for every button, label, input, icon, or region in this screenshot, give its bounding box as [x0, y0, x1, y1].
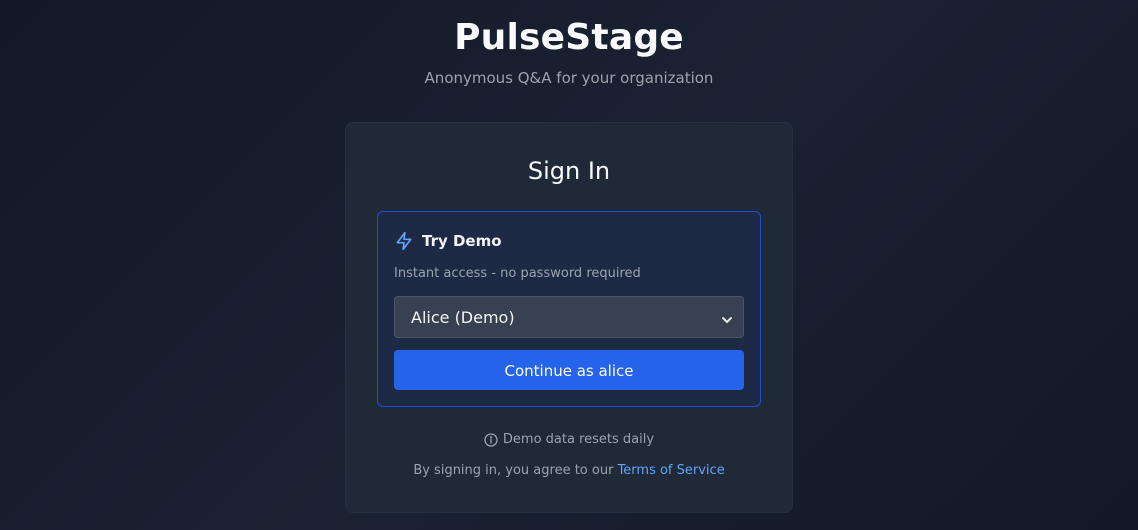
chevron-down-icon: [721, 311, 733, 323]
demo-user-select-value: Alice (Demo): [411, 307, 515, 327]
try-demo-header: Try Demo: [394, 230, 502, 252]
try-demo-description: Instant access - no password required: [394, 266, 641, 281]
terms-of-service-link[interactable]: Terms of Service: [618, 463, 725, 478]
try-demo-panel: Try Demo Instant access - no password re…: [377, 211, 761, 407]
info-icon: [484, 433, 498, 447]
continue-button[interactable]: Continue as alice: [394, 350, 744, 390]
sign-in-title: Sign In: [527, 157, 611, 185]
app-subtitle: Anonymous Q&A for your organization: [424, 69, 714, 87]
terms-prefix: By signing in, you agree to our: [413, 463, 618, 478]
app-title: PulseStage: [454, 17, 684, 58]
sign-in-card: Sign In Try Demo Instant access - no pas…: [345, 122, 793, 513]
demo-reset-text: Demo data resets daily: [502, 432, 655, 447]
page-header: PulseStage Anonymous Q&A for your organi…: [0, 14, 1138, 89]
demo-reset-note: Demo data resets daily: [346, 430, 792, 450]
bolt-icon: [394, 231, 414, 251]
try-demo-label: Try Demo: [422, 232, 502, 250]
terms-line: By signing in, you agree to our Terms of…: [346, 461, 792, 481]
demo-user-select[interactable]: Alice (Demo): [394, 296, 744, 338]
